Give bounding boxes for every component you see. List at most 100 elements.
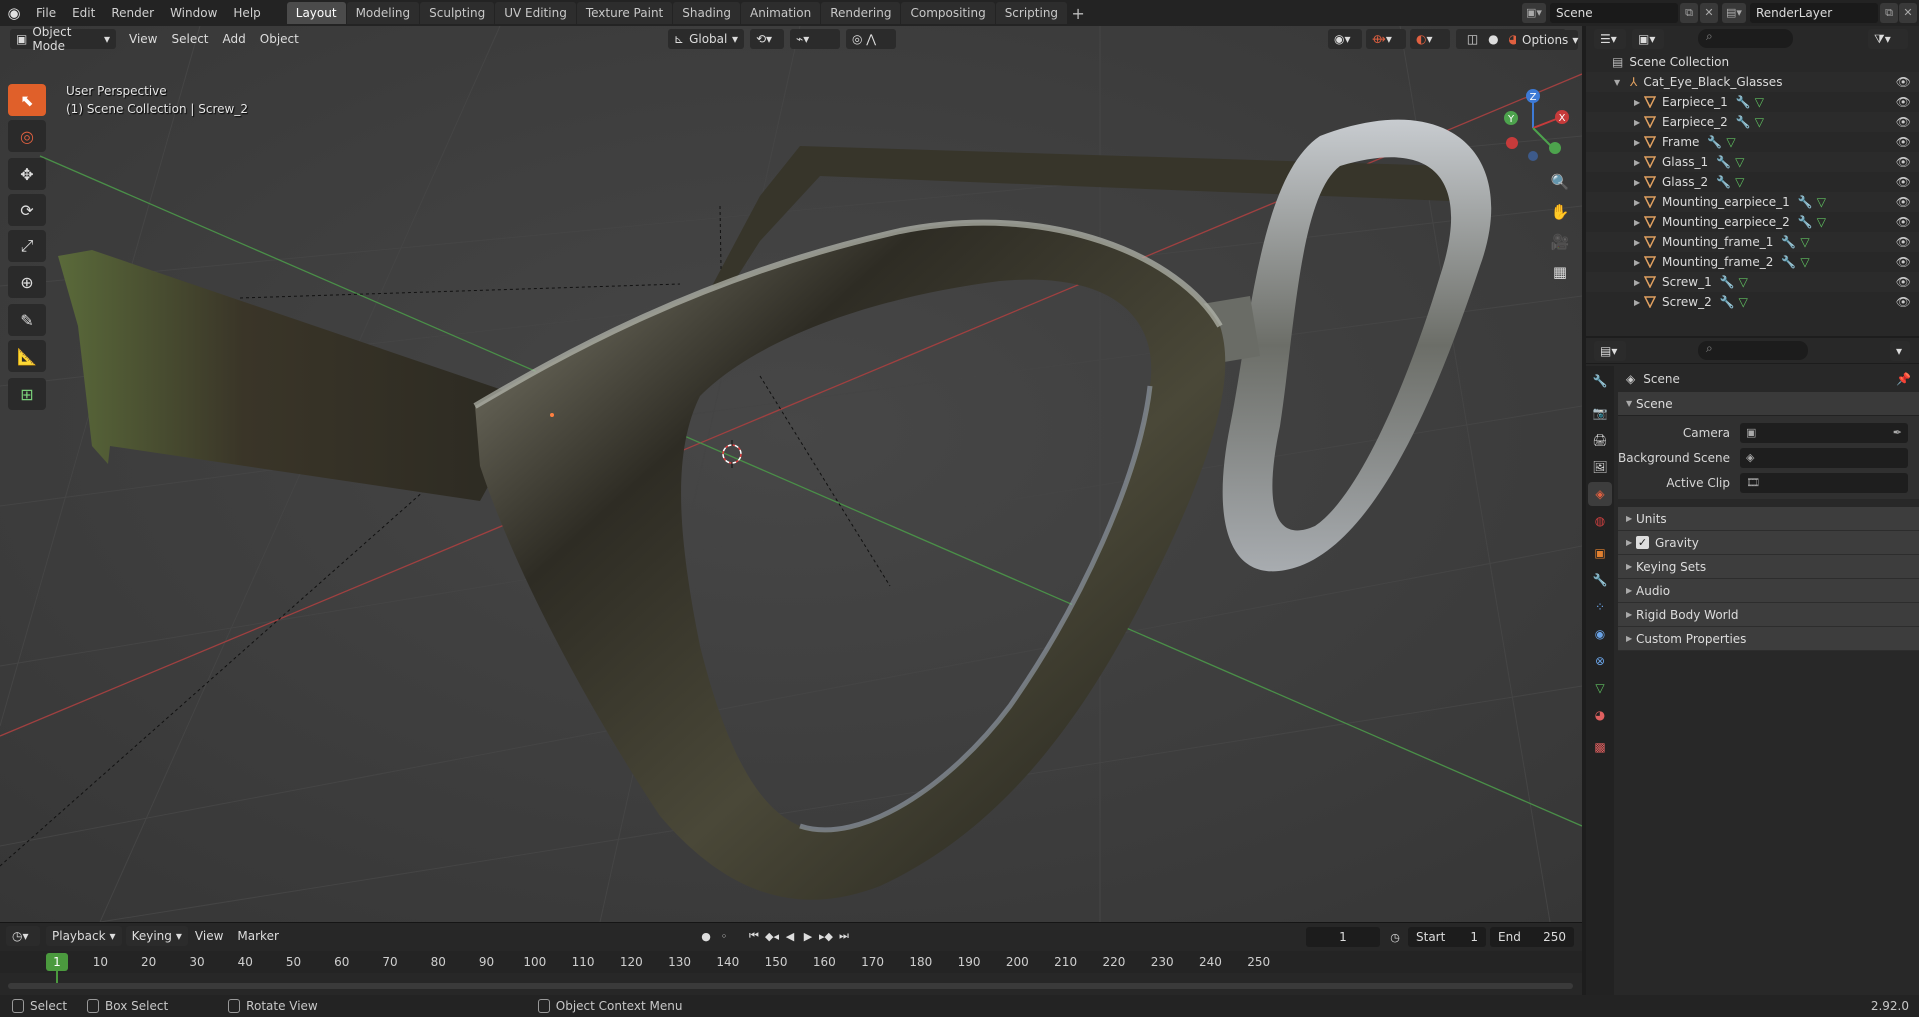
properties-panel[interactable]: ▤▾ ⌕ ▾ 🔧 📷 🖨 🖼 ◈ ◍ ▣ 🔧 ⁘ ◉ ⊗ ▽ ◕ ▩ ◈ Sce… [1586,338,1919,995]
move-tool-icon[interactable]: ✥ [8,158,46,190]
properties-search-input[interactable]: ⌕ [1698,341,1808,360]
proportional-editing-toggle[interactable]: ◎ ⋀ [846,29,896,49]
tab-layout[interactable]: Layout [286,2,346,24]
delete-view-layer-icon[interactable]: ✕ [1899,3,1917,23]
playhead-frame-indicator[interactable]: 1 [46,953,68,971]
expand-right-icon[interactable]: ▶ [1634,278,1644,287]
view-layer-field[interactable]: RenderLayer [1750,3,1878,23]
expand-right-icon[interactable]: ▶ [1634,238,1644,247]
object-tab-icon[interactable]: ▣ [1588,541,1612,565]
cursor-tool-icon[interactable]: ◎ [8,120,46,152]
expand-right-icon[interactable]: ▶ [1634,158,1644,167]
expand-right-icon[interactable]: ▶ [1634,98,1644,107]
visibility-dropdown[interactable]: ◉▾ [1328,29,1362,49]
expand-right-icon[interactable]: ▶ [1634,178,1644,187]
outliner-row-object[interactable]: ▶ Screw_2 🔧 ▽ 👁 [1586,292,1919,312]
expand-right-icon[interactable]: ▶ [1634,138,1644,147]
outliner-row-object[interactable]: ▶ Mounting_frame_1 🔧 ▽ 👁 [1586,232,1919,252]
modifier-tab-icon[interactable]: 🔧 [1588,568,1612,592]
tab-shading[interactable]: Shading [673,2,740,24]
visibility-eye-icon[interactable]: 👁 [1896,295,1911,309]
menu-file[interactable]: File [28,0,64,26]
record-icon[interactable]: ● [697,927,715,945]
outliner-row-object[interactable]: ▶ Glass_1 🔧 ▽ 👁 [1586,152,1919,172]
add-workspace-button[interactable]: + [1068,4,1088,23]
viewport-menu-object[interactable]: Object [253,32,306,46]
output-tab-icon[interactable]: 🖨 [1588,428,1612,452]
tab-modeling[interactable]: Modeling [346,2,420,24]
outliner-row-scene-collection[interactable]: ▤ Scene Collection [1586,52,1919,72]
modifier-wrench-icon[interactable]: 🔧 [1720,295,1735,309]
outliner-row-collection[interactable]: ▼ ⅄ Cat_Eye_Black_Glasses 👁 [1586,72,1919,92]
annotate-tool-icon[interactable]: ✎ [8,304,46,336]
rigid-body-world-panel-header[interactable]: ▶ Rigid Body World [1618,603,1919,627]
object-mode-dropdown[interactable]: ▣ Object Mode ▾ [10,26,116,53]
gizmo-neg-y[interactable] [1549,142,1561,154]
prev-keyframe-icon[interactable]: ◆◂ [763,927,781,945]
measure-tool-icon[interactable]: 📐 [8,340,46,372]
material-tab-icon[interactable]: ◕ [1588,703,1612,727]
mesh-data-icon[interactable]: ▽ [1739,275,1748,289]
visibility-eye-icon[interactable]: 👁 [1896,195,1911,209]
modifier-wrench-icon[interactable]: 🔧 [1720,275,1735,289]
menu-edit[interactable]: Edit [64,0,103,26]
add-cube-tool-icon[interactable]: ⊞ [8,378,46,410]
pivot-point-dropdown[interactable]: ⟲▾ [750,29,784,49]
scene-selector-icon[interactable]: ▣▾ [1522,3,1546,23]
outliner-editor-type-icon[interactable]: ☰▾ [1594,29,1626,49]
tab-sculpting[interactable]: Sculpting [420,2,495,24]
visibility-eye-icon[interactable]: 👁 [1896,75,1911,89]
modifier-wrench-icon[interactable]: 🔧 [1716,155,1731,169]
scene-tab-icon[interactable]: ◈ [1588,482,1612,506]
expand-right-icon[interactable]: ▶ [1634,198,1644,207]
navigation-gizmo[interactable]: Z X Y [1495,86,1575,166]
viewport-options-dropdown[interactable]: Options ▾ [1516,30,1578,50]
timeline-editor[interactable]: ◷▾ Playback ▾ Keying ▾ View Marker ● ◦ ⏮ ◆… [0,922,1582,995]
blender-logo-icon[interactable]: ◉ [0,4,28,22]
visibility-eye-icon[interactable]: 👁 [1896,155,1911,169]
delete-scene-icon[interactable]: ✕ [1700,3,1718,23]
pan-hand-icon[interactable]: ✋ [1546,198,1574,226]
outliner-row-object[interactable]: ▶ Earpiece_1 🔧 ▽ 👁 [1586,92,1919,112]
texture-tab-icon[interactable]: ▩ [1588,735,1612,759]
solid-shading-icon[interactable]: ● [1488,32,1498,46]
pin-icon[interactable]: 📌 [1896,372,1911,386]
outliner-row-object[interactable]: ▶ Mounting_earpiece_1 🔧 ▽ 👁 [1586,192,1919,212]
playback-dropdown[interactable]: Playback ▾ [46,926,122,946]
outliner-row-object[interactable]: ▶ Mounting_frame_2 🔧 ▽ 👁 [1586,252,1919,272]
outliner-row-object[interactable]: ▶ Frame 🔧 ▽ 👁 [1586,132,1919,152]
camera-field[interactable]: ▣ ✒ [1740,422,1908,443]
select-box-tool-icon[interactable]: ⬉ [8,84,46,116]
gizmo-toggle[interactable]: ⟴ ▾ [1366,29,1406,49]
outliner-search-input[interactable]: ⌕ [1698,29,1793,48]
tab-animation[interactable]: Animation [741,2,821,24]
constraints-tab-icon[interactable]: ⊗ [1588,649,1612,673]
units-panel-header[interactable]: ▶ Units [1618,507,1919,531]
scene-name-field[interactable]: Scene [1550,3,1678,23]
end-frame-field[interactable]: End 250 [1490,927,1574,947]
tab-texture-paint[interactable]: Texture Paint [576,2,673,24]
viewport-menu-add[interactable]: Add [216,32,253,46]
modifier-wrench-icon[interactable]: 🔧 [1798,195,1813,209]
render-tab-icon[interactable]: 📷 [1588,401,1612,425]
expand-right-icon[interactable]: ▶ [1634,118,1644,127]
visibility-eye-icon[interactable]: 👁 [1896,275,1911,289]
physics-tab-icon[interactable]: ◉ [1588,622,1612,646]
frame-ruler[interactable]: 10 20 30 40 50 60 70 80 90 100 110 120 130 140 150 160 1… [0,951,1582,973]
data-tab-icon[interactable]: ▽ [1588,676,1612,700]
preview-range-icon[interactable]: ◷ [1386,928,1404,946]
particles-tab-icon[interactable]: ⁘ [1588,595,1612,619]
tab-uv-editing[interactable]: UV Editing [495,2,576,24]
mesh-data-icon[interactable]: ▽ [1800,235,1809,249]
visibility-eye-icon[interactable]: 👁 [1896,135,1911,149]
visibility-eye-icon[interactable]: 👁 [1896,255,1911,269]
viewport-menu-view[interactable]: View [122,32,164,46]
active-clip-field[interactable]: 🎞 [1740,472,1908,493]
perspective-toggle-icon[interactable]: ▦ [1546,258,1574,286]
timeline-menu-marker[interactable]: Marker [230,929,285,943]
outliner-row-object[interactable]: ▶ Screw_1 🔧 ▽ 👁 [1586,272,1919,292]
outliner-panel[interactable]: ☰▾ ▣▾ ⌕ ⧩▾ ▤ Scene Collection ▼ ⅄ Cat_Ey… [1586,26,1919,336]
mesh-data-icon[interactable]: ▽ [1735,175,1744,189]
gizmo-neg-z[interactable] [1528,151,1538,161]
timeline-scrollbar[interactable] [8,983,1573,989]
